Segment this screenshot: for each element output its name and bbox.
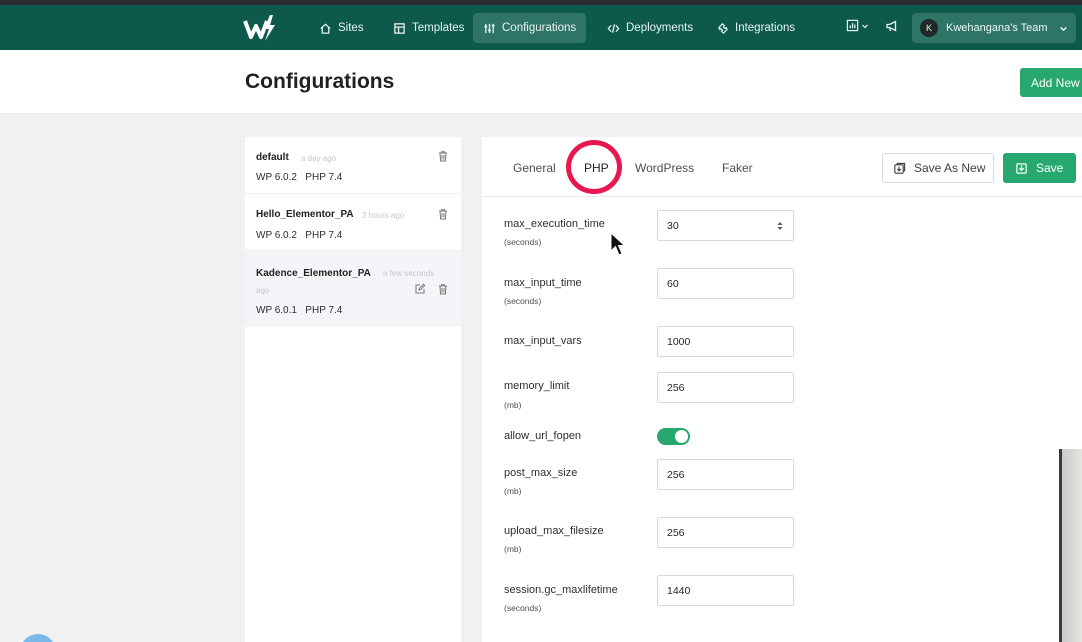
nav-integrations[interactable]: Integrations xyxy=(706,13,805,43)
top-nav: Sites Templates Configurations Deploymen… xyxy=(0,5,1082,50)
config-editor: General PHP WordPress Faker Save As New … xyxy=(482,137,1082,642)
max-input-time-input[interactable] xyxy=(657,268,794,299)
max-input-vars-input[interactable] xyxy=(657,326,794,357)
wp-version: WP 6.0.1 xyxy=(256,305,297,316)
puzzle-icon xyxy=(718,22,728,34)
home-icon xyxy=(320,22,331,34)
php-version: PHP 7.4 xyxy=(305,172,343,183)
nav-integrations-label: Integrations xyxy=(735,22,796,34)
wp-version: WP 6.0.2 xyxy=(256,230,297,241)
analytics-menu[interactable] xyxy=(846,19,869,32)
team-name: Kwehangana's Team xyxy=(946,22,1048,34)
field-label: max_input_vars xyxy=(504,335,582,347)
save-as-new-label: Save As New xyxy=(914,161,986,175)
megaphone-icon xyxy=(886,20,897,32)
stepper-icon[interactable] xyxy=(776,220,784,232)
config-item-hello-elementor[interactable]: Hello_Elementor_PA 3 hours ago WP 6.0.2 … xyxy=(245,194,461,251)
trash-icon[interactable] xyxy=(437,208,449,220)
tab-faker[interactable]: Faker xyxy=(722,161,753,175)
config-item-kadence-elementor[interactable]: Kadence_Elementor_PA a few seconds ago W… xyxy=(245,251,461,326)
config-time: a day ago xyxy=(301,154,337,163)
mouse-cursor-icon xyxy=(610,232,626,256)
config-name: default xyxy=(256,152,289,163)
allow-url-fopen-toggle[interactable] xyxy=(657,428,690,445)
tab-bar: General PHP WordPress Faker Save As New … xyxy=(482,137,1082,197)
nav-deployments[interactable]: Deployments xyxy=(597,13,703,43)
template-icon xyxy=(394,22,405,34)
highlight-ring xyxy=(566,140,622,194)
code-icon xyxy=(607,23,620,33)
field-label: post_max_size xyxy=(504,467,578,479)
memory-limit-input[interactable] xyxy=(657,372,794,403)
session-gc-maxlifetime-input[interactable] xyxy=(657,575,794,606)
field-unit: (mb) xyxy=(504,400,522,410)
save-icon xyxy=(1016,162,1027,174)
save-as-new-icon xyxy=(894,162,906,174)
edit-icon[interactable] xyxy=(414,283,426,295)
trash-icon[interactable] xyxy=(437,283,449,295)
config-name: Kadence_Elementor_PA xyxy=(256,268,371,279)
help-bubble[interactable] xyxy=(20,634,56,642)
config-name: Hello_Elementor_PA xyxy=(256,209,354,220)
sliders-icon xyxy=(484,23,495,33)
nav-templates[interactable]: Templates xyxy=(383,13,474,43)
max-execution-time-input[interactable] xyxy=(657,210,794,241)
nav-configurations[interactable]: Configurations xyxy=(473,13,587,43)
field-unit: (mb) xyxy=(504,544,522,554)
php-version: PHP 7.4 xyxy=(305,305,343,316)
field-label: memory_limit xyxy=(504,380,570,392)
nav-templates-label: Templates xyxy=(412,22,465,34)
field-unit: (seconds) xyxy=(504,603,542,613)
wp-version: WP 6.0.2 xyxy=(256,172,297,183)
config-item-default[interactable]: default a day ago WP 6.0.2 PHP 7.4 xyxy=(245,137,461,194)
nav-configurations-label: Configurations xyxy=(502,22,577,34)
field-label: session.gc_maxlifetime xyxy=(504,584,618,596)
field-label: max_input_time xyxy=(504,277,582,289)
field-unit: (seconds) xyxy=(504,237,542,247)
config-time-cont: ago xyxy=(256,286,270,295)
config-versions: WP 6.0.2 PHP 7.4 xyxy=(256,172,342,183)
field-label: max_execution_time xyxy=(504,218,605,230)
config-versions: WP 6.0.2 PHP 7.4 xyxy=(256,230,342,241)
add-new-button[interactable]: Add New xyxy=(1020,68,1082,97)
field-unit: (mb) xyxy=(504,486,522,496)
chevron-down-icon xyxy=(1060,26,1067,31)
field-label: upload_max_filesize xyxy=(504,525,604,537)
trash-icon[interactable] xyxy=(437,150,449,162)
webcam-overlay xyxy=(1059,449,1082,642)
config-list: default a day ago WP 6.0.2 PHP 7.4 Hello… xyxy=(245,137,461,642)
logo-icon[interactable] xyxy=(242,13,278,43)
config-time: a few seconds xyxy=(383,269,435,278)
save-as-new-button[interactable]: Save As New xyxy=(882,153,994,183)
save-label: Save xyxy=(1036,161,1064,175)
field-unit: (seconds) xyxy=(504,296,542,306)
tab-wordpress[interactable]: WordPress xyxy=(635,161,694,175)
tab-general[interactable]: General xyxy=(513,161,556,175)
nav-deployments-label: Deployments xyxy=(626,22,694,34)
announcements-button[interactable] xyxy=(885,19,899,33)
chevron-down-icon xyxy=(862,24,868,28)
avatar: K xyxy=(920,19,938,37)
save-button[interactable]: Save xyxy=(1003,153,1076,183)
page-title: Configurations xyxy=(245,70,395,93)
php-version: PHP 7.4 xyxy=(305,230,343,241)
team-switcher[interactable]: K Kwehangana's Team xyxy=(912,13,1076,43)
config-time: 3 hours ago xyxy=(362,211,405,220)
config-versions: WP 6.0.1 PHP 7.4 xyxy=(256,305,342,316)
nav-sites-label: Sites xyxy=(338,22,364,34)
field-label: allow_url_fopen xyxy=(504,430,582,442)
page-header: Configurations Add New xyxy=(0,50,1082,114)
upload-max-filesize-input[interactable] xyxy=(657,517,794,548)
nav-sites[interactable]: Sites xyxy=(309,13,374,43)
chart-icon xyxy=(846,19,859,32)
post-max-size-input[interactable] xyxy=(657,459,794,490)
